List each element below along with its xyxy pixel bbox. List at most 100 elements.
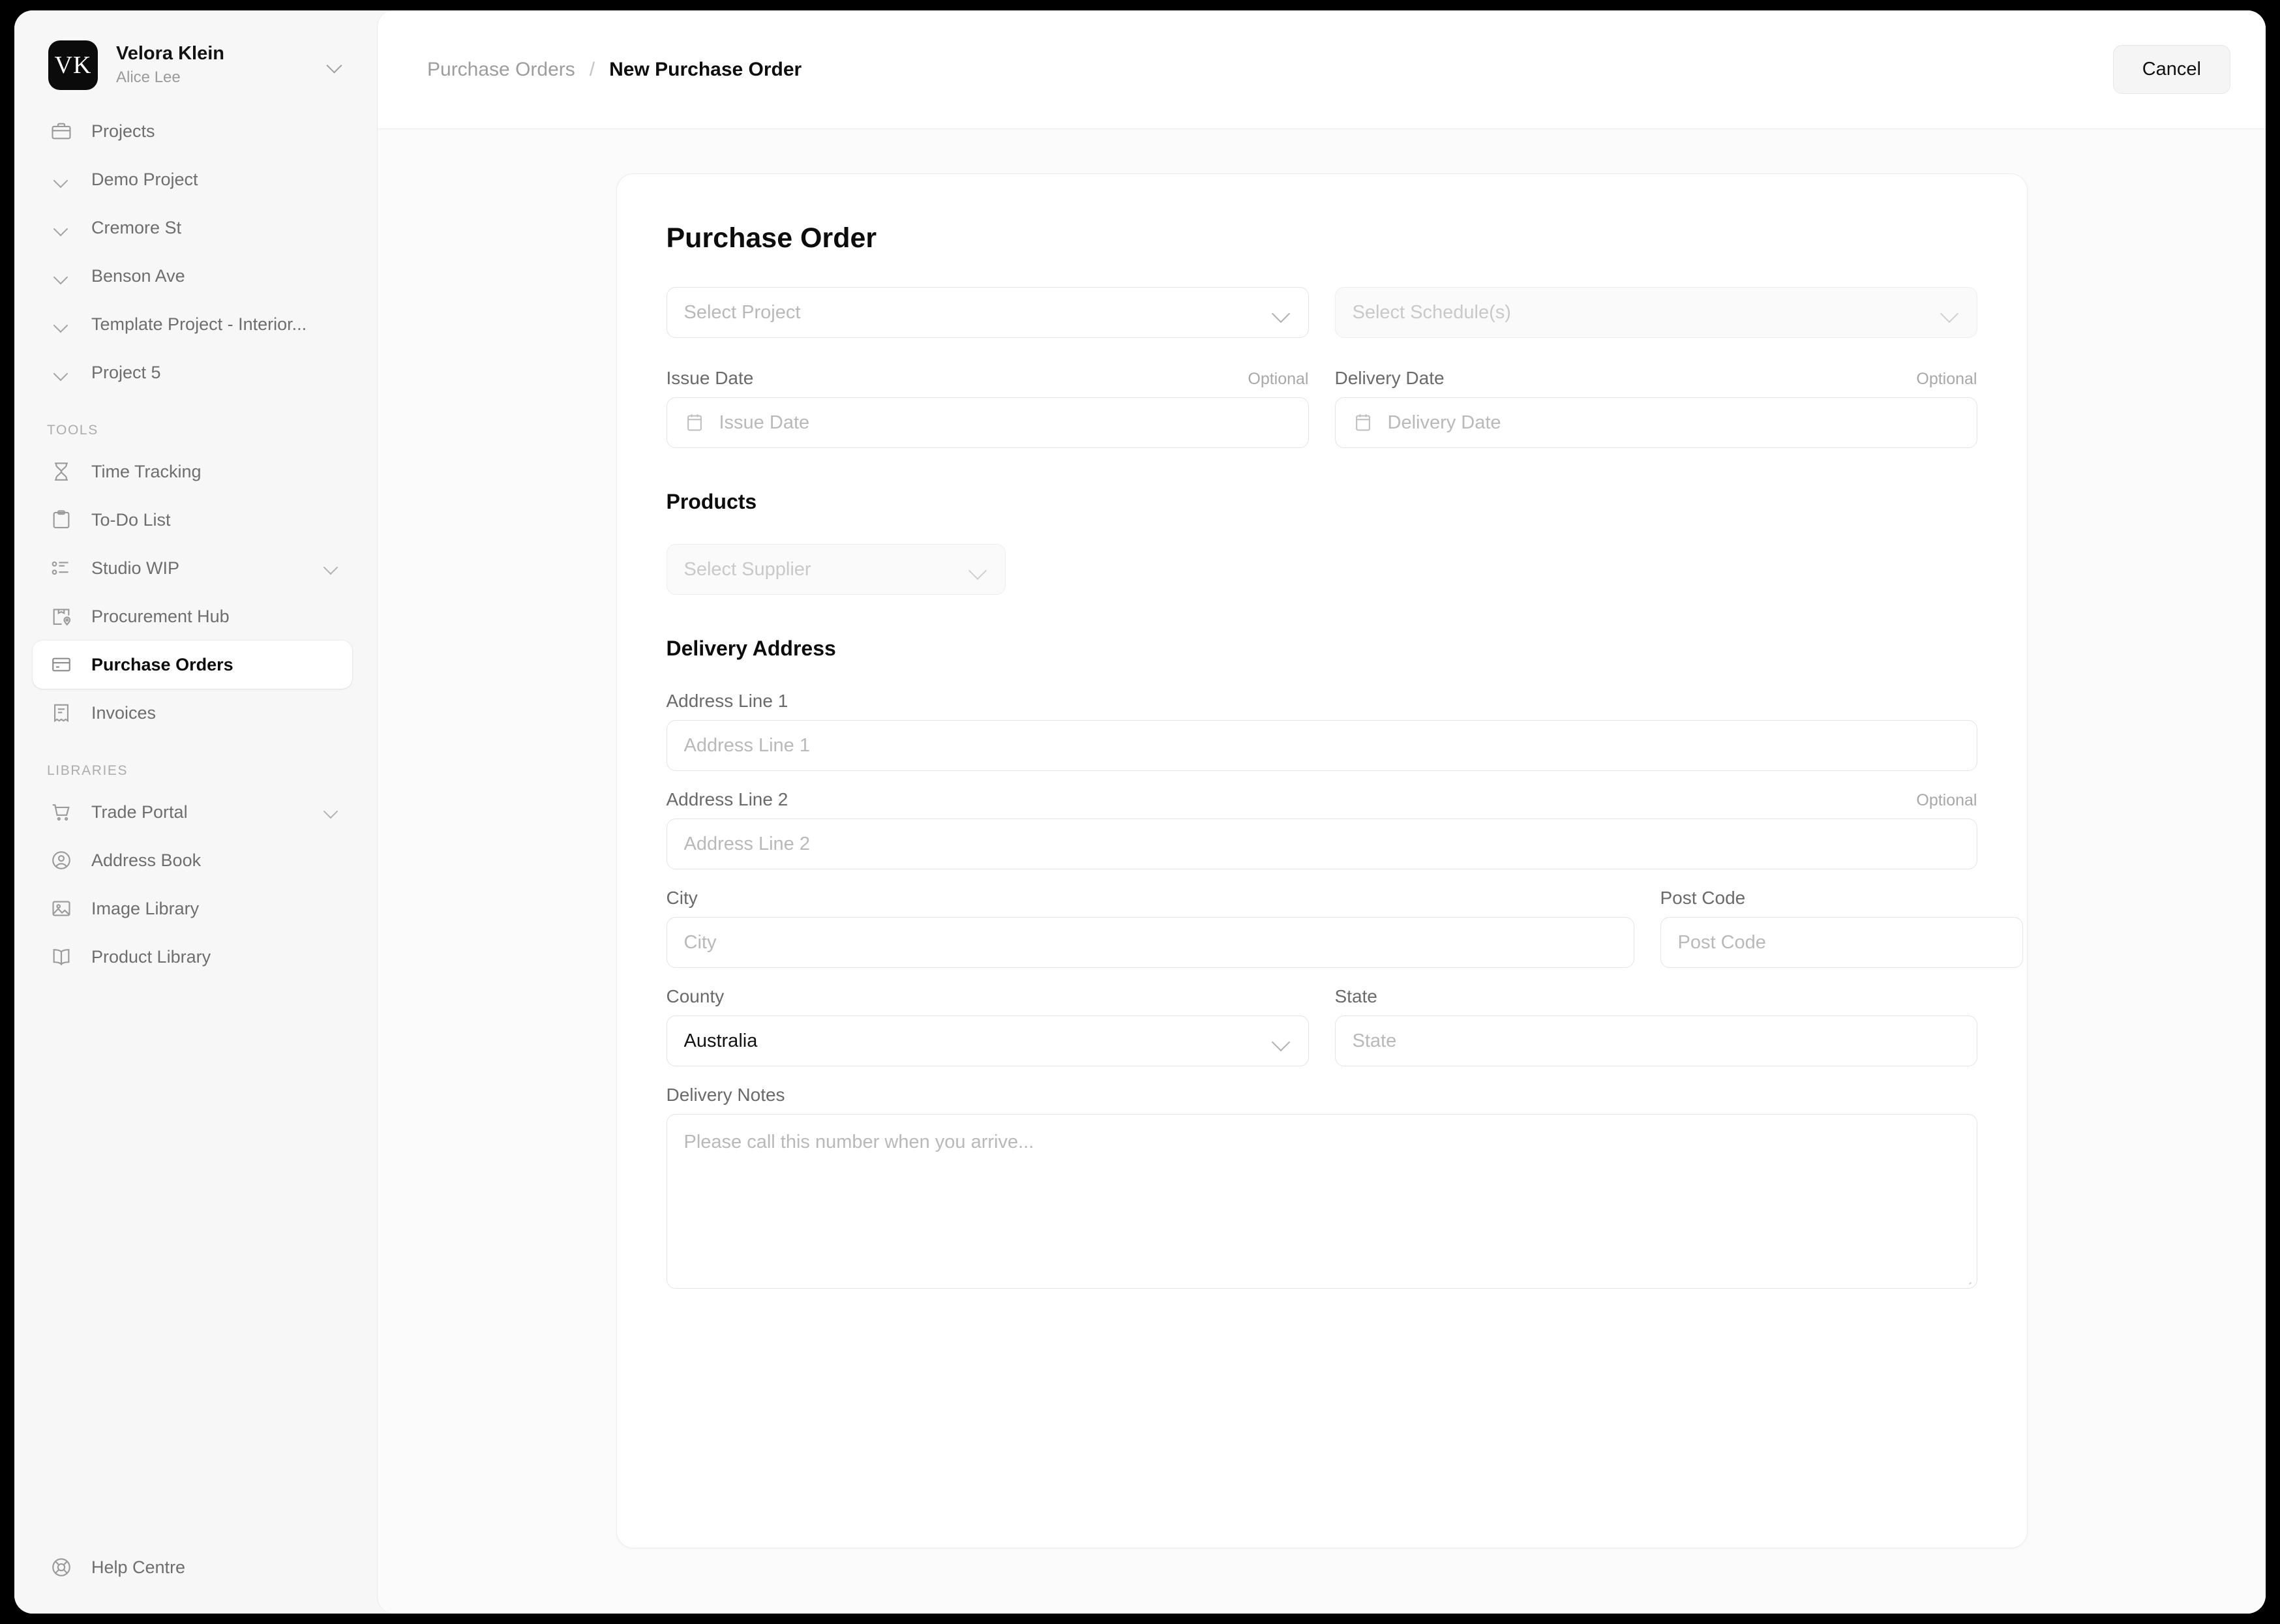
calendar-icon [1353,412,1375,433]
delivery-notes-label: Delivery Notes [666,1085,785,1105]
post-code-value: Post Code [1677,931,1766,953]
sidebar-item-to-do-list[interactable]: To-Do List [33,496,352,544]
delivery-notes-placeholder: Please call this number when you arrive.… [683,1132,1034,1152]
sidebar-nav: Projects Demo Project Cremore St Benson … [14,107,377,981]
main-content: Purchase Orders / New Purchase Order Can… [377,10,2266,1614]
sidebar-item-label: Studio WIP [91,558,180,578]
post-code-input[interactable]: Post Code [1660,917,2023,968]
state-value: State [1352,1030,1397,1051]
address-line-1-field: Address Line 1 Address Line 1 [666,691,1977,771]
address-line-2-value: Address Line 2 [683,833,810,854]
sidebar-item-label: Trade Portal [91,802,188,822]
issue-date-label: Issue Date [666,368,754,388]
sidebar-item-time-tracking[interactable]: Time Tracking [33,447,352,496]
delivery-date-value: Delivery Date [1387,412,1501,433]
select-project-dropdown[interactable]: Select Project [666,287,1309,338]
address-line-1-label: Address Line 1 [666,691,788,711]
shopping-cart-icon [47,798,76,826]
address-line-1-input[interactable]: Address Line 1 [666,720,1977,771]
address-line-2-input[interactable]: Address Line 2 [666,819,1977,869]
book-icon [47,942,76,971]
sidebar-item-label: Image Library [91,898,200,918]
chevron-down-icon [1940,303,1960,322]
city-input[interactable]: City [666,917,1634,968]
sidebar-item-trade-portal[interactable]: Trade Portal [33,788,352,836]
sidebar-item-invoices[interactable]: Invoices [33,689,352,737]
issue-date-input[interactable]: Issue Date [666,397,1309,448]
address-line-2-optional-tag: Optional [1916,791,1977,809]
sidebar-item-label: Product Library [91,946,211,967]
resize-handle-icon[interactable] [1958,1270,1973,1284]
sidebar-item-label: Address Book [91,850,202,870]
chevron-down-icon [47,358,76,387]
hourglass-icon [47,457,76,486]
sidebar-heading-tools: TOOLS [47,423,98,438]
address-line-2-field: Address Line 2 Optional Address Line 2 [666,789,1977,869]
breadcrumb-current: New Purchase Order [609,58,802,80]
state-input[interactable]: State [1334,1015,1977,1066]
sidebar-project-benson-ave[interactable]: Benson Ave [33,252,352,300]
workspace-switcher[interactable]: VK Velora Klein Alice Lee [48,40,343,90]
receipt-icon [47,699,76,727]
city-value: City [683,931,717,953]
form-scroll-area: Purchase Order Select Project Select Sch… [378,129,2266,1614]
chevron-down-icon[interactable] [323,802,339,822]
chevron-down-icon [47,213,76,242]
county-label: County [666,986,725,1006]
sidebar-item-purchase-orders[interactable]: Purchase Orders [33,640,352,689]
chevron-down-icon [968,560,988,579]
delivery-notes-textarea[interactable]: Please call this number when you arrive.… [666,1114,1977,1289]
delivery-date-optional-tag: Optional [1916,370,1977,388]
breadcrumb: Purchase Orders / New Purchase Order [427,59,802,81]
briefcase-icon [47,117,76,145]
sidebar-heading-libraries: LIBRARIES [47,763,128,778]
sidebar-item-label: Project 5 [91,362,161,382]
post-code-label: Post Code [1660,888,1746,908]
sidebar-item-product-library[interactable]: Product Library [33,933,352,981]
chevron-down-icon[interactable] [323,558,339,579]
sidebar-item-label: Invoices [91,702,157,723]
sidebar-item-procurement-hub[interactable]: Procurement Hub [33,592,352,640]
sidebar-item-label: Demo Project [91,169,198,189]
sidebar-item-address-book[interactable]: Address Book [33,836,352,884]
date-row: Issue Date Optional Issue Date Delivery … [666,368,1977,448]
chevron-down-icon [1272,303,1291,322]
issue-date-optional-tag: Optional [1248,370,1309,388]
user-circle-icon [47,846,76,875]
sidebar-project-project-5[interactable]: Project 5 [33,348,352,397]
workspace-name: Velora Klein [116,42,225,64]
state-label: State [1334,986,1377,1006]
county-dropdown[interactable]: Australia [666,1015,1309,1066]
sidebar-project-template-project[interactable]: Template Project - Interior... [33,300,352,348]
sidebar-footer: Help Centre [14,1543,377,1591]
breadcrumb-separator: / [589,58,595,80]
sidebar-item-label: Projects [91,121,155,141]
county-state-row: County Australia State State [666,986,1977,1066]
sidebar-project-demo-project[interactable]: Demo Project [33,155,352,203]
city-postcode-row: City City Post Code Post Code [666,888,2023,968]
select-supplier-value: Select Supplier [683,558,811,580]
image-icon [47,894,76,923]
sidebar: VK Velora Klein Alice Lee Projects Demo … [14,10,377,1614]
workspace-avatar: VK [48,40,98,90]
sidebar-item-studio-wip[interactable]: Studio WIP [33,544,352,592]
workspace-chevron-down-icon[interactable] [320,55,343,76]
delivery-date-input[interactable]: Delivery Date [1334,397,1977,448]
breadcrumb-parent[interactable]: Purchase Orders [427,59,575,81]
sidebar-item-label: Purchase Orders [91,654,233,674]
select-project-value: Select Project [683,301,801,323]
cancel-button[interactable]: Cancel [2112,45,2230,94]
sidebar-project-cremore-st[interactable]: Cremore St [33,203,352,252]
sidebar-item-help-centre[interactable]: Help Centre [33,1543,352,1591]
select-supplier-dropdown[interactable]: Select Supplier [666,544,1006,595]
chevron-down-icon [47,165,76,194]
sidebar-item-label: Cremore St [91,217,182,237]
sidebar-item-projects[interactable]: Projects [33,107,352,155]
sidebar-item-image-library[interactable]: Image Library [33,884,352,933]
project-schedule-row: Select Project Select Schedule(s) [666,287,1977,338]
products-heading: Products [666,490,757,513]
top-bar: Purchase Orders / New Purchase Order Can… [378,10,2266,129]
select-schedule-dropdown[interactable]: Select Schedule(s) [1334,287,1977,338]
city-label: City [666,888,698,908]
sidebar-item-label: Benson Ave [91,265,185,286]
